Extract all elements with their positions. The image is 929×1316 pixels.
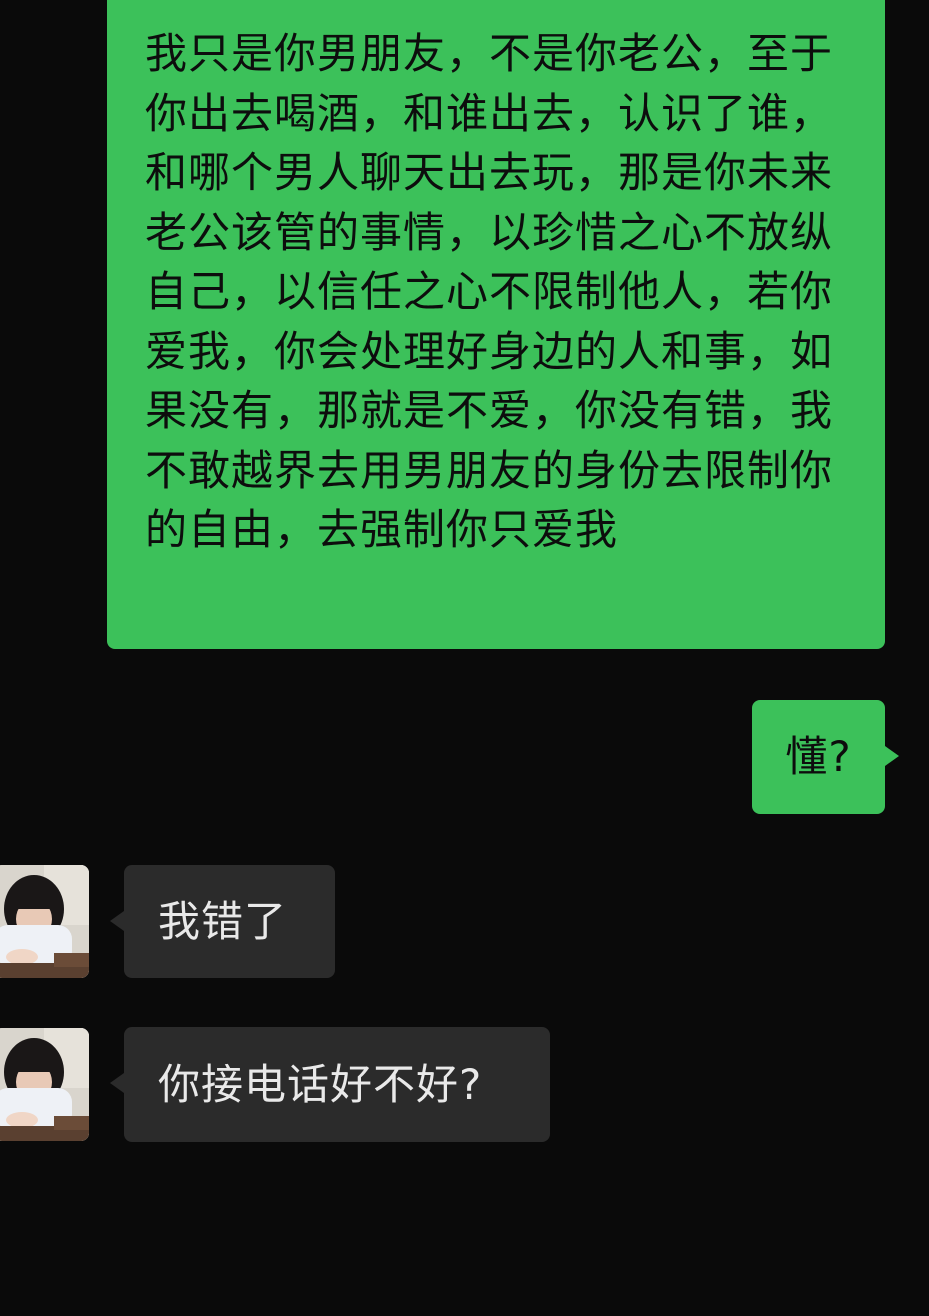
bubble-tail <box>110 911 124 931</box>
avatar-photo-icon <box>0 1028 89 1141</box>
message-text: 我错了 <box>158 896 288 946</box>
message-text: 你接电话好不好? <box>158 1059 483 1109</box>
avatar-photo-icon <box>0 865 89 978</box>
message-text: 懂? <box>785 732 852 782</box>
outgoing-message-bubble[interactable]: 我只是你男朋友，不是你老公，至于你出去喝酒，和谁出去，认识了谁，和哪个男人聊天出… <box>107 0 885 649</box>
incoming-message-bubble[interactable]: 我错了 <box>110 865 335 978</box>
contact-avatar[interactable] <box>0 1028 89 1141</box>
contact-avatar[interactable] <box>0 865 89 978</box>
chat-view[interactable]: 我只是你男朋友，不是你老公，至于你出去喝酒，和谁出去，认识了谁，和哪个男人聊天出… <box>0 0 929 1316</box>
bubble-tail <box>110 1073 124 1093</box>
incoming-message-bubble[interactable]: 你接电话好不好? <box>110 1027 550 1142</box>
message-text: 我只是你男朋友，不是你老公，至于你出去喝酒，和谁出去，认识了谁，和哪个男人聊天出… <box>145 29 834 554</box>
outgoing-message-bubble[interactable]: 懂? <box>752 700 899 814</box>
bubble-tail <box>885 746 899 766</box>
